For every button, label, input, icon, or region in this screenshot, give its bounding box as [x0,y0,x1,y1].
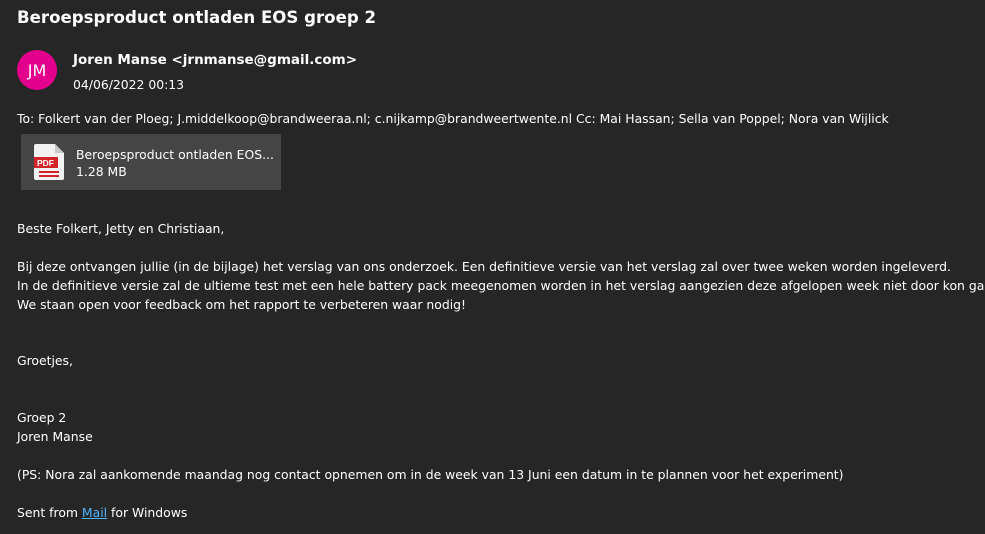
sent-from-prefix: Sent from [17,505,82,520]
body-paragraph-2: In de definitieve versie zal de ultieme … [17,278,985,293]
sent-from-suffix: for Windows [107,505,188,520]
mail-app-link[interactable]: Mail [82,505,107,520]
signature-group: Groep 2 [17,410,67,425]
sent-from-line: Sent from Mail for Windows [17,505,187,520]
recipients-line[interactable]: To: Folkert van der Ploeg; J.middelkoop@… [17,111,889,126]
sender-name[interactable]: Joren Manse <jrnmanse@gmail.com> [73,52,357,68]
body-ps: (PS: Nora zal aankomende maandag nog con… [17,467,844,482]
attachment-card[interactable]: PDF Beroepsproduct ontladen EOS... 1.28 … [21,134,281,190]
pdf-icon-label: PDF [37,158,54,168]
pdf-file-icon: PDF [34,144,64,180]
sent-date: 04/06/2022 00:13 [73,77,185,92]
email-subject: Beroepsproduct ontladen EOS groep 2 [17,8,377,27]
body-paragraph-1: Bij deze ontvangen jullie (in de bijlage… [17,259,951,274]
body-closing: Groetjes, [17,353,73,368]
attachment-size: 1.28 MB [76,164,127,179]
body-greeting: Beste Folkert, Jetty en Christiaan, [17,221,225,236]
body-paragraph-3: We staan open voor feedback om het rappo… [17,297,466,312]
sender-avatar[interactable]: JM [17,50,57,90]
signature-name: Joren Manse [17,429,93,444]
attachment-name: Beroepsproduct ontladen EOS... [76,147,274,162]
